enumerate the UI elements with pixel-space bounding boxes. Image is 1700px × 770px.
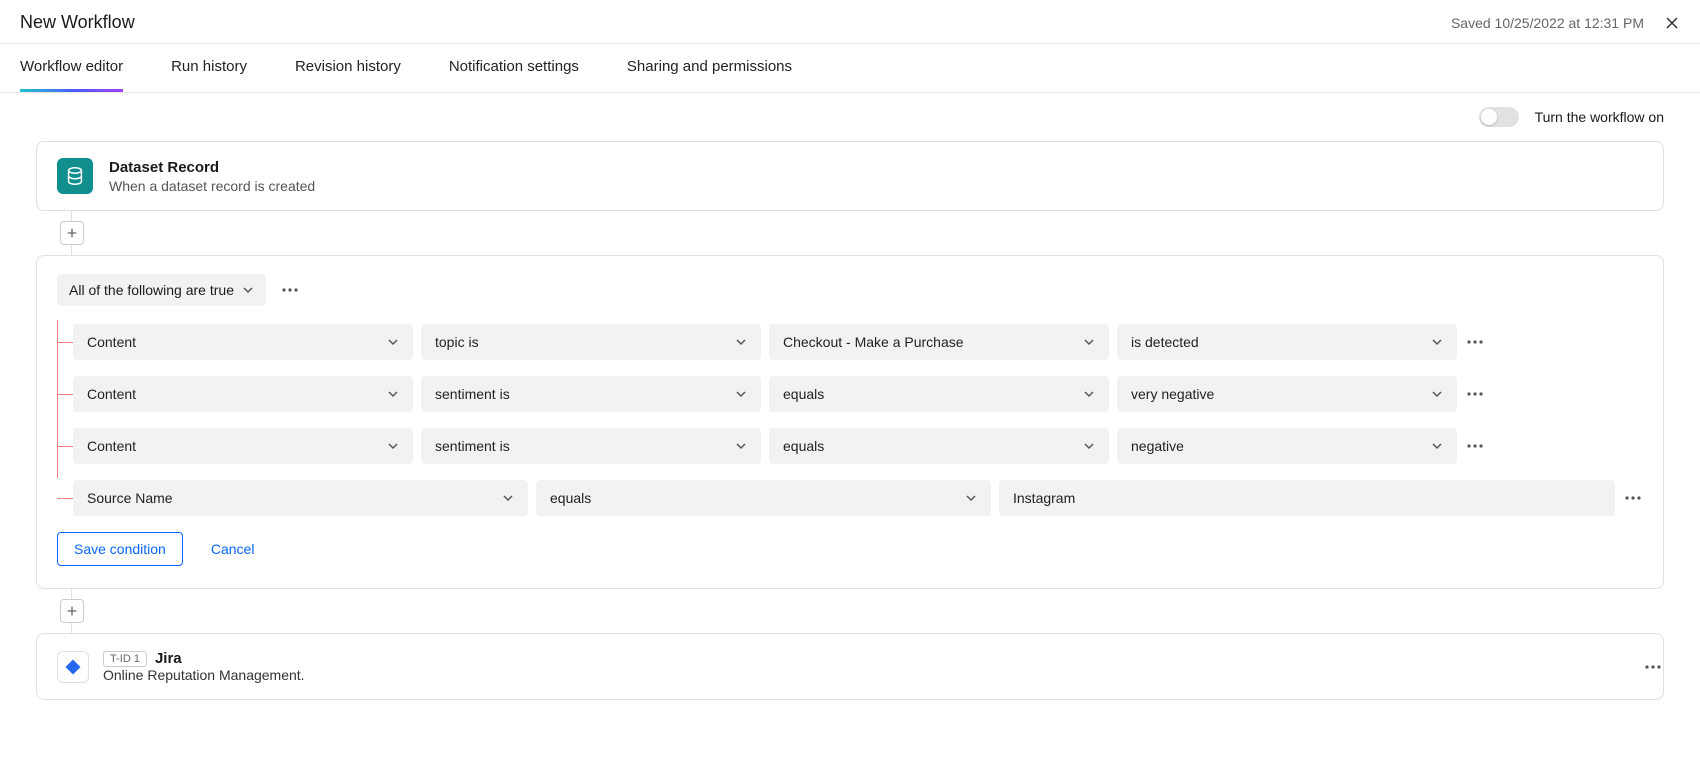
add-step-button[interactable] — [60, 221, 84, 245]
tab-revision-history[interactable]: Revision history — [295, 44, 401, 92]
trigger-title: Dataset Record — [109, 159, 315, 176]
chevron-down-icon — [1431, 388, 1443, 400]
chevron-down-icon — [735, 336, 747, 348]
action-badge: T-ID 1 — [103, 651, 147, 667]
action-card-jira[interactable]: T-ID 1 Jira Online Reputation Management… — [36, 633, 1664, 700]
action-title: Jira — [155, 650, 182, 667]
cancel-condition-button[interactable]: Cancel — [211, 541, 255, 557]
rule-result-select[interactable]: negative — [1117, 428, 1457, 464]
rule-result-select[interactable]: very negative — [1117, 376, 1457, 412]
condition-rule-row: Source Name equals Instagram — [73, 480, 1643, 516]
rule-menu-button[interactable] — [1465, 332, 1485, 352]
add-step-button[interactable] — [60, 599, 84, 623]
condition-rule-row: Content topic is Checkout - Make a Purch… — [73, 324, 1643, 360]
rule-operator-select[interactable]: equals — [536, 480, 991, 516]
chevron-down-icon — [735, 440, 747, 452]
rule-value-select[interactable]: Instagram — [999, 480, 1615, 516]
chevron-down-icon — [1431, 440, 1443, 452]
rule-menu-button[interactable] — [1465, 384, 1485, 404]
chevron-down-icon — [242, 284, 254, 296]
tab-notification-settings[interactable]: Notification settings — [449, 44, 579, 92]
rule-field-select[interactable]: Content — [73, 376, 413, 412]
chevron-down-icon — [1083, 336, 1095, 348]
chevron-down-icon — [387, 440, 399, 452]
chevron-down-icon — [387, 388, 399, 400]
rule-field-select[interactable]: Content — [73, 428, 413, 464]
tab-sharing-permissions[interactable]: Sharing and permissions — [627, 44, 792, 92]
rule-value-select[interactable]: equals — [769, 376, 1109, 412]
dataset-record-icon — [57, 158, 93, 194]
rule-value-select[interactable]: Checkout - Make a Purchase — [769, 324, 1109, 360]
action-menu-button[interactable] — [1643, 657, 1663, 677]
close-icon[interactable] — [1664, 15, 1680, 31]
rule-field-select[interactable]: Source Name — [73, 480, 528, 516]
rule-field-select[interactable]: Content — [73, 324, 413, 360]
chevron-down-icon — [965, 492, 977, 504]
chevron-down-icon — [387, 336, 399, 348]
tab-workflow-editor[interactable]: Workflow editor — [20, 44, 123, 92]
tab-run-history[interactable]: Run history — [171, 44, 247, 92]
condition-rule-row: Content sentiment is equals negative — [73, 428, 1643, 464]
chevron-down-icon — [735, 388, 747, 400]
workflow-on-toggle[interactable] — [1479, 107, 1519, 127]
rule-menu-button[interactable] — [1623, 488, 1643, 508]
chevron-down-icon — [1083, 440, 1095, 452]
page-title: New Workflow — [20, 12, 135, 33]
saved-timestamp: Saved 10/25/2022 at 12:31 PM — [1451, 15, 1644, 31]
condition-rule-row: Content sentiment is equals very negativ… — [73, 376, 1643, 412]
rule-operator-select[interactable]: sentiment is — [421, 428, 761, 464]
condition-menu-button[interactable] — [280, 280, 300, 300]
chevron-down-icon — [1083, 388, 1095, 400]
rule-value-select[interactable]: equals — [769, 428, 1109, 464]
condition-scope-select[interactable]: All of the following are true — [57, 274, 266, 306]
rule-menu-button[interactable] — [1465, 436, 1485, 456]
trigger-subtitle: When a dataset record is created — [109, 178, 315, 194]
condition-card: All of the following are true Content to… — [36, 255, 1664, 589]
save-condition-button[interactable]: Save condition — [57, 532, 183, 566]
jira-icon — [57, 651, 89, 683]
chevron-down-icon — [1431, 336, 1443, 348]
chevron-down-icon — [502, 492, 514, 504]
rule-result-select[interactable]: is detected — [1117, 324, 1457, 360]
rule-operator-select[interactable]: sentiment is — [421, 376, 761, 412]
trigger-card[interactable]: Dataset Record When a dataset record is … — [36, 141, 1664, 211]
condition-scope-label: All of the following are true — [69, 282, 234, 298]
tabs: Workflow editor Run history Revision his… — [0, 44, 1700, 93]
action-subtitle: Online Reputation Management. — [103, 667, 305, 683]
rule-operator-select[interactable]: topic is — [421, 324, 761, 360]
workflow-on-label: Turn the workflow on — [1535, 109, 1664, 125]
